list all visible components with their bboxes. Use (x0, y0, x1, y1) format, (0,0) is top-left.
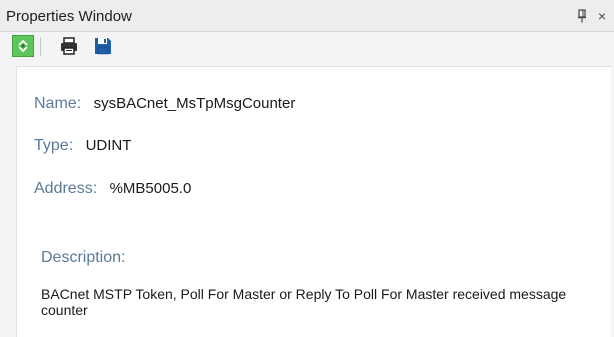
sort-icon (18, 39, 28, 53)
description-label: Description: (41, 249, 126, 266)
toolbar-separator (40, 37, 41, 56)
description-text: BACnet MSTP Token, Poll For Master or Re… (41, 286, 567, 318)
address-row: Address: %MB5005.0 (34, 180, 191, 198)
print-button[interactable] (58, 35, 80, 57)
type-row: Type: UDINT (34, 137, 131, 155)
name-row: Name: sysBACnet_MsTpMsgCounter (34, 95, 295, 113)
pin-icon[interactable] (574, 8, 590, 24)
print-icon (61, 37, 77, 55)
save-icon (95, 38, 111, 55)
title-bar: Properties Window × (0, 0, 614, 32)
properties-panel: Name: sysBACnet_MsTpMsgCounter Type: UDI… (16, 66, 611, 337)
address-value: %MB5005.0 (109, 180, 192, 197)
save-button[interactable] (92, 35, 114, 57)
name-label: Name: (34, 95, 82, 112)
type-value: UDINT (85, 137, 132, 154)
pin-icon-graphic (578, 9, 586, 23)
close-button[interactable]: × (594, 8, 610, 24)
type-label: Type: (34, 137, 74, 154)
name-value: sysBACnet_MsTpMsgCounter (93, 95, 296, 112)
window-title: Properties Window (6, 8, 132, 25)
address-label: Address: (34, 180, 98, 197)
sort-button[interactable] (12, 35, 34, 57)
close-icon: × (597, 8, 607, 24)
toolbar (0, 32, 614, 62)
properties-window: Properties Window × Name: sysBACnet_MsTp… (0, 0, 614, 337)
